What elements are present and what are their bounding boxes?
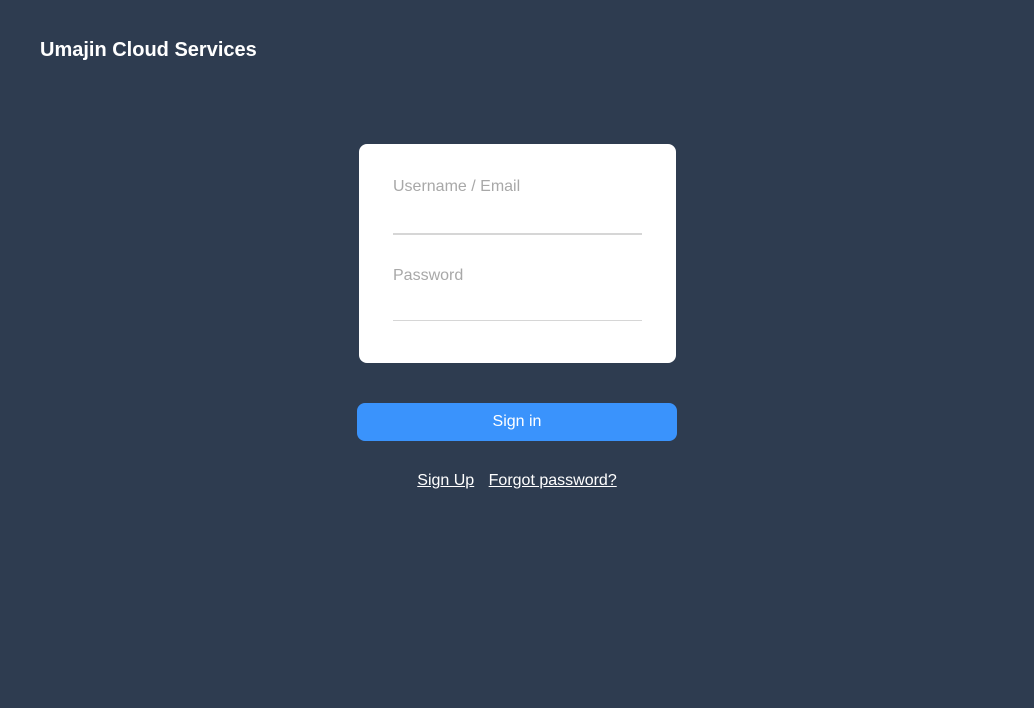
password-input[interactable] (393, 292, 642, 318)
sign-up-link[interactable]: Sign Up (417, 472, 474, 489)
sign-in-button[interactable]: Sign in (357, 403, 677, 441)
password-field[interactable]: Password (393, 263, 642, 321)
login-page: Umajin Cloud Services Username / Email P… (0, 0, 1034, 708)
forgot-password-link[interactable]: Forgot password? (489, 472, 617, 489)
login-card: Username / Email Password (359, 144, 676, 363)
username-label: Username / Email (393, 178, 521, 195)
app-title: Umajin Cloud Services (40, 39, 257, 61)
username-input[interactable] (393, 205, 642, 231)
password-label: Password (393, 267, 464, 284)
username-field[interactable]: Username / Email (393, 174, 642, 235)
auth-links: Sign Up Forgot password? (0, 472, 1034, 490)
